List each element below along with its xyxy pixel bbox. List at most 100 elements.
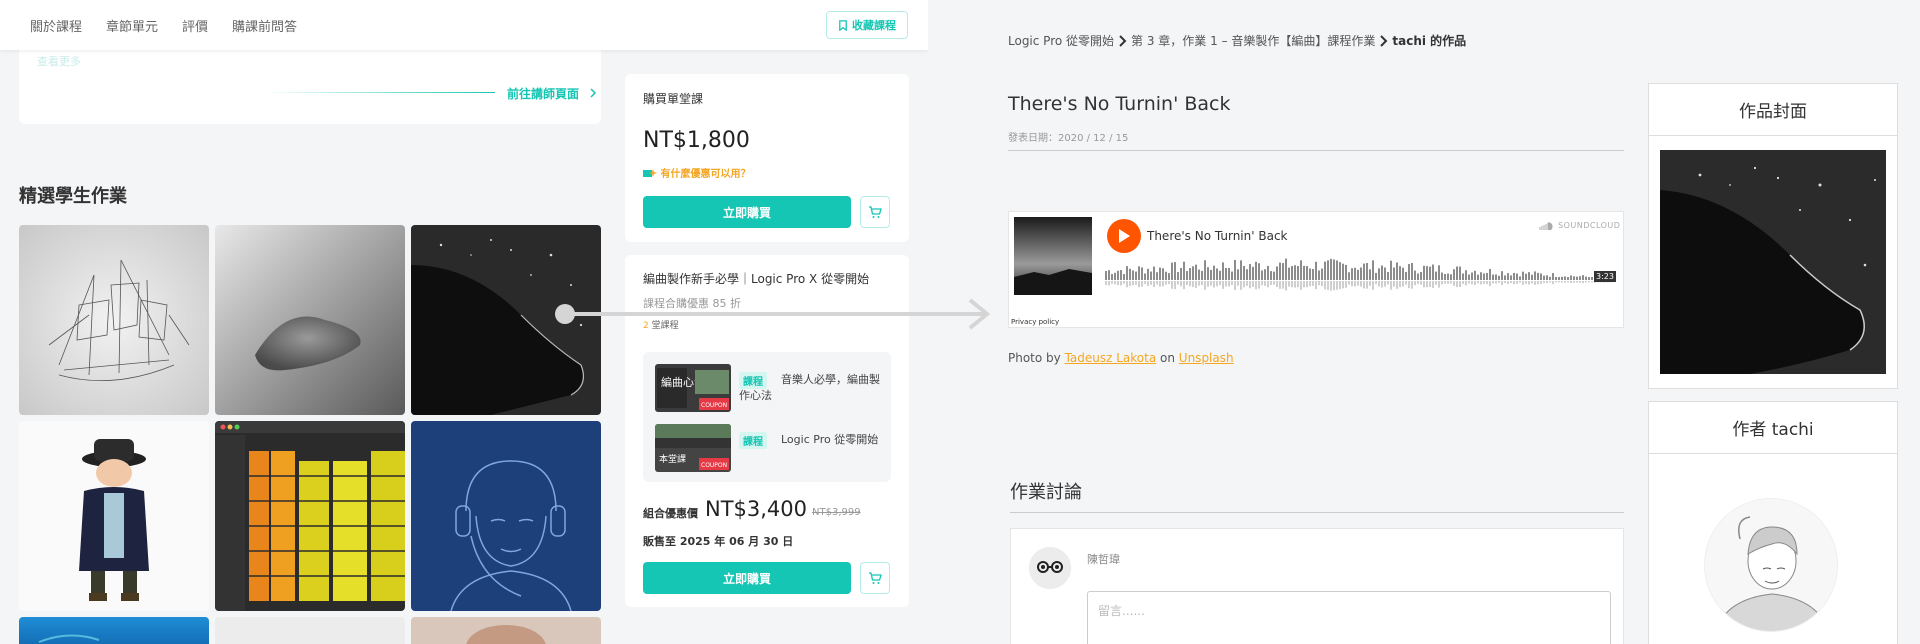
tab-faq[interactable]: 購課前問答: [232, 16, 297, 35]
waveform-reflection: [1414, 281, 1416, 286]
gallery-item-light[interactable]: [215, 617, 405, 644]
waveform-bar: [1219, 270, 1221, 280]
waveform[interactable]: [1105, 258, 1613, 294]
gallery-item-portrait[interactable]: [411, 617, 601, 644]
add-to-cart-button[interactable]: [860, 196, 890, 228]
waveform-bar: [1387, 272, 1389, 280]
waveform-bar: [1528, 272, 1530, 280]
waveform-reflection: [1582, 281, 1584, 284]
tab-reviews[interactable]: 評價: [182, 16, 208, 35]
comment-composer: 陳哲瑋 留言......: [1010, 528, 1624, 644]
bundle-card: 編曲製作新手必學｜Logic Pro X 從零開始 課程合購優惠 85 折 2 …: [625, 255, 909, 607]
breadcrumb-chapter[interactable]: 第 3 章，作業 1 – 音樂製作【編曲】課程作業: [1131, 32, 1375, 49]
waveform-reflection: [1531, 281, 1533, 284]
waveform-reflection: [1129, 281, 1131, 287]
waveform-bar: [1126, 266, 1128, 280]
buy-now-button[interactable]: 立即購買: [643, 196, 851, 228]
work-title: There's No Turnin' Back: [1008, 93, 1231, 115]
soundcloud-brand-text: SOUNDCLOUD: [1558, 221, 1621, 230]
gallery-item-3d-character[interactable]: [19, 421, 209, 611]
waveform-bar: [1537, 272, 1539, 280]
author-card: 作者 tachi: [1648, 401, 1898, 644]
list-item[interactable]: 本堂課 COUPON 課程 Logic Pro 從零開始: [655, 424, 881, 472]
cover-card-title: 作品封面: [1649, 84, 1897, 136]
discount-link[interactable]: 有什麼優惠可以用？: [643, 165, 750, 180]
list-item[interactable]: 編曲心法 COUPON 課程 音樂人必學，編曲製作心法: [655, 364, 881, 412]
comment-input[interactable]: 留言......: [1087, 591, 1611, 644]
breadcrumb-course[interactable]: Logic Pro 從零開始: [1008, 32, 1114, 49]
waveform-reflection: [1483, 281, 1485, 284]
waveform-reflection: [1249, 281, 1251, 289]
play-button[interactable]: [1107, 219, 1141, 253]
waveform-bar: [1576, 276, 1578, 280]
waveform-reflection: [1141, 281, 1143, 287]
waveform-bar: [1360, 267, 1362, 280]
waveform-bar: [1357, 269, 1359, 280]
waveform-bar: [1282, 263, 1284, 280]
track-artwork: [1014, 217, 1092, 295]
waveform-reflection: [1114, 281, 1116, 285]
waveform-reflection: [1174, 281, 1176, 290]
waveform-bar: [1453, 269, 1455, 280]
waveform-bar: [1441, 272, 1443, 280]
waveform-reflection: [1165, 281, 1167, 285]
waveform-reflection: [1246, 281, 1248, 286]
gallery-item-headphone-drawing[interactable]: [411, 421, 601, 611]
favorite-course-button[interactable]: 收藏課程: [826, 11, 908, 39]
gallery-item-underwater[interactable]: [19, 617, 209, 644]
waveform-reflection: [1219, 281, 1221, 286]
tab-chapters[interactable]: 章節單元: [106, 16, 158, 35]
bundle-discount: 課程合購優惠 85 折: [643, 297, 741, 310]
bundle-add-to-cart-button[interactable]: [860, 562, 890, 594]
tab-about[interactable]: 關於課程: [30, 16, 82, 35]
waveform-reflection: [1183, 281, 1185, 290]
waveform-reflection: [1507, 281, 1509, 285]
waveform-reflection: [1201, 281, 1203, 286]
waveform-bar: [1273, 271, 1275, 280]
gallery-item-daw-screenshot[interactable]: [215, 421, 405, 611]
waveform-reflection: [1222, 281, 1224, 289]
waveform-reflection: [1225, 281, 1227, 287]
cover-image: [1660, 150, 1886, 374]
waveform-reflection: [1519, 281, 1521, 283]
waveform-bar: [1516, 273, 1518, 280]
combo-price-label: 組合優惠價: [643, 507, 698, 520]
waveform-bar: [1366, 263, 1368, 280]
waveform-bar: [1330, 258, 1332, 280]
soundcloud-logo[interactable]: SOUNDCLOUD: [1539, 221, 1620, 230]
waveform-bar: [1492, 274, 1494, 280]
waveform-bar: [1198, 269, 1200, 280]
waveform-bar: [1165, 271, 1167, 280]
waveform-bar: [1369, 269, 1371, 280]
waveform-reflection: [1471, 281, 1473, 285]
waveform-bar: [1336, 260, 1338, 280]
unsplash-link[interactable]: Unsplash: [1179, 351, 1234, 365]
author-avatar[interactable]: [1704, 498, 1838, 632]
waveform-bar: [1105, 270, 1107, 280]
photographer-link[interactable]: Tadeusz Lakota: [1065, 351, 1157, 365]
waveform-bar: [1183, 261, 1185, 280]
see-more-link[interactable]: 查看更多: [37, 53, 81, 69]
waveform-bar: [1246, 269, 1248, 280]
waveform-bar: [1147, 268, 1149, 280]
waveform-bar: [1522, 271, 1524, 280]
waveform-reflection: [1435, 281, 1437, 285]
bundle-count-suffix: 堂課程: [648, 321, 679, 331]
privacy-policy-link[interactable]: Privacy policy: [1011, 318, 1059, 326]
gallery-item-dog-photo[interactable]: [411, 225, 601, 415]
photo-credit: Photo by Tadeusz Lakota on Unsplash: [1008, 351, 1234, 365]
gallery-item-gray-object[interactable]: [215, 225, 405, 415]
waveform-reflection: [1297, 281, 1299, 288]
waveform-reflection: [1378, 281, 1380, 287]
waveform-reflection: [1588, 281, 1590, 283]
gallery-item-ship-sketch[interactable]: [19, 225, 209, 415]
waveform-bar: [1546, 275, 1548, 280]
waveform-bar: [1201, 270, 1203, 280]
bundle-buy-now-button[interactable]: 立即購買: [643, 562, 851, 594]
waveform-bar: [1141, 267, 1143, 280]
chevron-right-icon: [1380, 34, 1388, 47]
waveform-reflection: [1309, 281, 1311, 287]
soundcloud-icon: [1539, 222, 1553, 230]
goto-instructor-link[interactable]: 前往講師頁面: [507, 85, 597, 102]
waveform-reflection: [1390, 281, 1392, 290]
